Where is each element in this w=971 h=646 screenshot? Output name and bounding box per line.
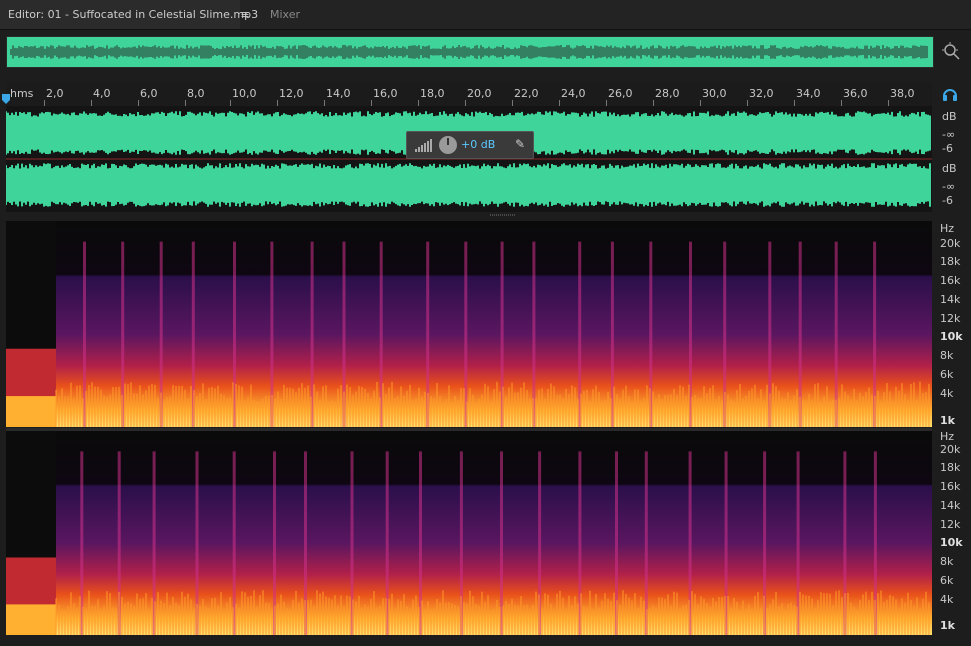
overview-waveform-graphic xyxy=(7,37,933,67)
ruler-unit-label: hms xyxy=(10,87,34,100)
db-scale-label: dB xyxy=(942,162,957,175)
ruler-tick: 14,0 xyxy=(324,87,351,106)
zoom-to-selection-icon[interactable] xyxy=(940,40,962,62)
ruler-tick: 24,0 xyxy=(559,87,586,106)
waveform-editor[interactable] xyxy=(6,106,932,212)
ruler-tick: 10,0 xyxy=(230,87,257,106)
ruler-tick: 4,0 xyxy=(91,87,111,106)
ruler-tick: 22,0 xyxy=(512,87,539,106)
ruler-tick: 20,0 xyxy=(465,87,492,106)
hz-label: 18k xyxy=(940,255,961,268)
db-scale-label: dB xyxy=(942,110,957,123)
ruler-tick: 36,0 xyxy=(841,87,868,106)
db-scale-left-channel: dB -∞ -6 xyxy=(934,108,971,158)
ruler-tick: 16,0 xyxy=(371,87,398,106)
gain-hud[interactable]: +0 dB ✎ xyxy=(406,131,534,159)
spectrogram-graphic xyxy=(6,221,932,427)
hz-label: 10k xyxy=(940,536,963,549)
db-scale-label: -∞ xyxy=(942,128,956,141)
db-scale-label: -6 xyxy=(942,142,953,155)
hz-label: 14k xyxy=(940,293,961,306)
ruler-tick: 26,0 xyxy=(606,87,633,106)
hz-scale-left-channel: Hz 20k 18k 16k 14k 12k 10k 8k 6k 4k 1k xyxy=(934,222,971,428)
waveform-graphic xyxy=(6,111,932,207)
gain-knob[interactable] xyxy=(439,136,457,154)
ruler-tick: 32,0 xyxy=(747,87,774,106)
spectrogram-graphic xyxy=(6,431,932,635)
ruler-tick: 2,0 xyxy=(44,87,64,106)
timeline-ruler[interactable]: hms 2,0 4,0 6,0 8,0 10,0 12,0 14,0 16,0 … xyxy=(6,82,932,106)
tab-editor-label: Editor: 01 - Suffocated in Celestial Sli… xyxy=(8,8,259,21)
hz-label: 8k xyxy=(940,349,954,362)
db-scale-label: -6 xyxy=(942,194,953,207)
hz-label: 18k xyxy=(940,461,961,474)
hz-label: Hz xyxy=(940,222,955,235)
ruler-tick: 6,0 xyxy=(138,87,158,106)
ruler-tick: 8,0 xyxy=(185,87,205,106)
db-scale-label: -∞ xyxy=(942,180,956,193)
ruler-tick: 34,0 xyxy=(794,87,821,106)
hz-label: 6k xyxy=(940,574,954,587)
hz-label: 16k xyxy=(940,480,961,493)
hz-label: 10k xyxy=(940,330,963,343)
tab-menu-icon[interactable]: ≡ xyxy=(238,0,252,29)
ruler-tick: 12,0 xyxy=(277,87,304,106)
panel-resize-grip[interactable] xyxy=(490,213,516,217)
hz-label: 12k xyxy=(940,518,961,531)
tab-mixer[interactable]: Mixer xyxy=(262,0,308,29)
hz-label: 4k xyxy=(940,387,954,400)
pin-icon[interactable]: ✎ xyxy=(515,137,525,151)
ruler-tick: 28,0 xyxy=(653,87,680,106)
hz-label: 1k xyxy=(940,619,955,632)
spectral-display-left-channel[interactable] xyxy=(6,221,932,427)
hz-scale-right-channel: Hz 20k 18k 16k 14k 12k 10k 8k 6k 4k 1k xyxy=(934,430,971,636)
ruler-tick: 18,0 xyxy=(418,87,445,106)
ruler-tick: 38,0 xyxy=(888,87,915,106)
level-meter-icon xyxy=(415,139,432,152)
tab-editor[interactable]: Editor: 01 - Suffocated in Celestial Sli… xyxy=(0,0,258,29)
tab-bar: Editor: 01 - Suffocated in Celestial Sli… xyxy=(0,0,971,30)
hz-label: 16k xyxy=(940,274,961,287)
playhead-marker[interactable] xyxy=(2,94,10,104)
hz-label: 12k xyxy=(940,312,961,325)
hz-label: 20k xyxy=(940,237,961,250)
hz-label: 14k xyxy=(940,499,961,512)
overview-waveform[interactable] xyxy=(6,36,934,68)
ruler-tick: 30,0 xyxy=(700,87,727,106)
spectral-display-right-channel[interactable] xyxy=(6,431,932,635)
hz-label: 6k xyxy=(940,368,954,381)
hz-label: 4k xyxy=(940,593,954,606)
hz-label: 8k xyxy=(940,555,954,568)
gain-value[interactable]: +0 dB xyxy=(461,138,495,151)
hz-label: 1k xyxy=(940,414,955,427)
hz-label: Hz xyxy=(940,430,955,443)
db-scale-right-channel: dB -∞ -6 xyxy=(934,160,971,210)
headphones-icon[interactable] xyxy=(942,86,958,102)
hz-label: 20k xyxy=(940,443,961,456)
